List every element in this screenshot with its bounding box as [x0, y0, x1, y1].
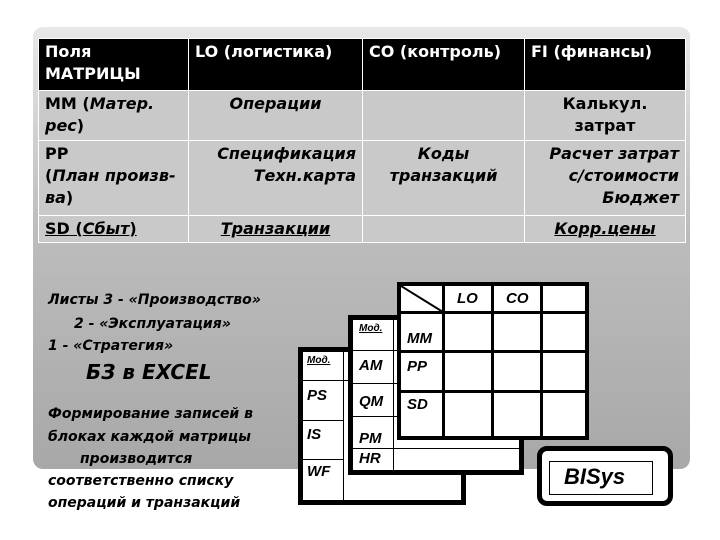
note-line: Листы 3 - «Производство» — [48, 292, 261, 308]
header-cell: Поля МАТРИЦЫ — [38, 38, 189, 91]
note-line: операций и транзакций — [48, 495, 241, 511]
cell-fi: Калькул. затрат — [524, 90, 686, 141]
header-cell: LO (логистика) — [188, 38, 363, 91]
row-name: Сбыт — [82, 219, 130, 238]
column-label: LO — [457, 290, 478, 307]
note-line: Формирование записей в — [48, 406, 253, 422]
table-row: SD (Сбыт) Транзакции Корр.цены — [38, 215, 686, 243]
cell-fi: Расчет затрат с/стоимости Бюджет — [524, 140, 686, 216]
diagonal-corner — [401, 286, 444, 313]
row-code: MM — [45, 94, 77, 113]
cell-lo: Спецификация Техн.карта — [188, 140, 363, 216]
table-row: MM (Матер. рес) Операции Калькул. затрат — [38, 90, 686, 141]
brand-label: BISys — [549, 461, 653, 495]
sheet-row: SD — [407, 396, 428, 413]
note-line: 2 - «Эксплуатация» — [74, 316, 231, 332]
sheet-row: PP — [407, 358, 428, 375]
matrix-table: Поля МАТРИЦЫ LO (логистика) CO (контроль… — [38, 38, 686, 243]
sheet-row: HR — [359, 450, 381, 467]
cell-co — [362, 215, 525, 243]
header-cell: FI (финансы) — [524, 38, 686, 91]
sheet-production: LO CO MM PP SD — [397, 282, 589, 440]
bisys-logo: BISys — [537, 446, 673, 506]
cell-lo: Операции — [188, 90, 363, 141]
note-line: 1 - «Стратегия» — [48, 338, 174, 354]
sheet-row: WF — [307, 463, 331, 480]
row-label: SD (Сбыт) — [38, 215, 189, 243]
sheet-head: Мод. — [359, 323, 383, 334]
note-line: блоках каждой матрицы — [48, 429, 251, 445]
table-row: PP (План произв-ва) Спецификация Техн.кар… — [38, 140, 686, 216]
sheet-row: IS — [307, 426, 322, 443]
note-line: соответственно списку — [48, 473, 234, 489]
sheet-row: AM — [359, 357, 383, 374]
row-name: План произв-ва — [45, 166, 176, 207]
cell-co: Коды транзакций — [362, 140, 525, 216]
row-label: PP (План произв-ва) — [38, 140, 189, 216]
row-label: MM (Матер. рес) — [38, 90, 189, 141]
header-cell: CO (контроль) — [362, 38, 525, 91]
cell-lo: Транзакции — [188, 215, 363, 243]
sheet-head: Мод. — [307, 355, 331, 366]
row-code: SD — [45, 219, 70, 238]
note-line: производится — [80, 451, 193, 467]
sheet-row: PS — [307, 387, 328, 404]
row-code: PP — [45, 144, 69, 163]
sheet-row: PM — [359, 430, 382, 447]
cell-fi: Корр.цены — [524, 215, 686, 243]
cell-co — [362, 90, 525, 141]
column-label: CO — [506, 290, 529, 307]
table-header-row: Поля МАТРИЦЫ LO (логистика) CO (контроль… — [38, 38, 686, 91]
kb-title: БЗ в EXCEL — [86, 360, 212, 384]
sheet-row: QM — [359, 393, 384, 410]
sheet-row: MM — [407, 330, 432, 347]
